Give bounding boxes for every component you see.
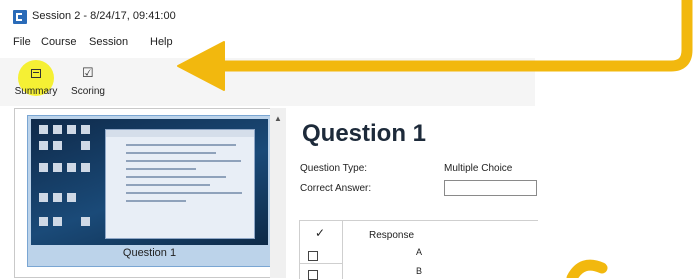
menu-session[interactable]: Session xyxy=(89,36,128,48)
correct-answer-field[interactable] xyxy=(444,180,537,196)
summary-icon xyxy=(31,69,41,78)
summary-button[interactable]: Summary xyxy=(12,60,60,102)
toolbar: Summary ☑ Scoring xyxy=(0,58,535,106)
thumbnail-window xyxy=(105,129,255,239)
menu-help[interactable]: Help xyxy=(150,36,173,48)
response-a-letter: A xyxy=(416,247,423,257)
question-type-value: Multiple Choice xyxy=(444,163,513,174)
scoring-label: Scoring xyxy=(71,86,105,97)
thumbnail-screenshot xyxy=(31,119,268,245)
question-title: Question 1 xyxy=(302,120,427,147)
check-column-header: ✓ xyxy=(315,226,326,240)
column-divider xyxy=(342,221,343,279)
scoring-icon: ☑ xyxy=(82,65,94,80)
correct-answer-label: Correct Answer: xyxy=(300,183,372,194)
menu-file[interactable]: File xyxy=(13,36,31,48)
app-icon xyxy=(13,10,27,24)
question-type-label: Question Type: xyxy=(300,163,368,174)
thumbnail-caption: Question 1 xyxy=(122,247,177,259)
response-b-checkbox[interactable] xyxy=(308,270,318,280)
question-thumbnail-list: Question 1 xyxy=(14,108,284,278)
menu-course[interactable]: Course xyxy=(41,36,76,48)
response-b-letter: B xyxy=(416,266,423,276)
row-divider xyxy=(300,263,342,264)
scroll-up-icon[interactable]: ▲ xyxy=(274,114,282,123)
thumbnail-scrollbar[interactable]: ▲ xyxy=(270,108,286,278)
response-table: ✓ Response A B xyxy=(299,220,538,280)
summary-label: Summary xyxy=(14,86,58,97)
response-a-checkbox[interactable] xyxy=(308,251,318,261)
window-title: Session 2 - 8/24/17, 09:41:00 xyxy=(32,10,176,22)
arrow-shaft-lower xyxy=(566,259,608,278)
scoring-button[interactable]: ☑ Scoring xyxy=(66,62,110,102)
title-bar: Session 2 - 8/24/17, 09:41:00 xyxy=(0,0,697,34)
response-column-header: Response xyxy=(369,230,415,241)
question-thumbnail[interactable]: Question 1 xyxy=(27,115,272,267)
